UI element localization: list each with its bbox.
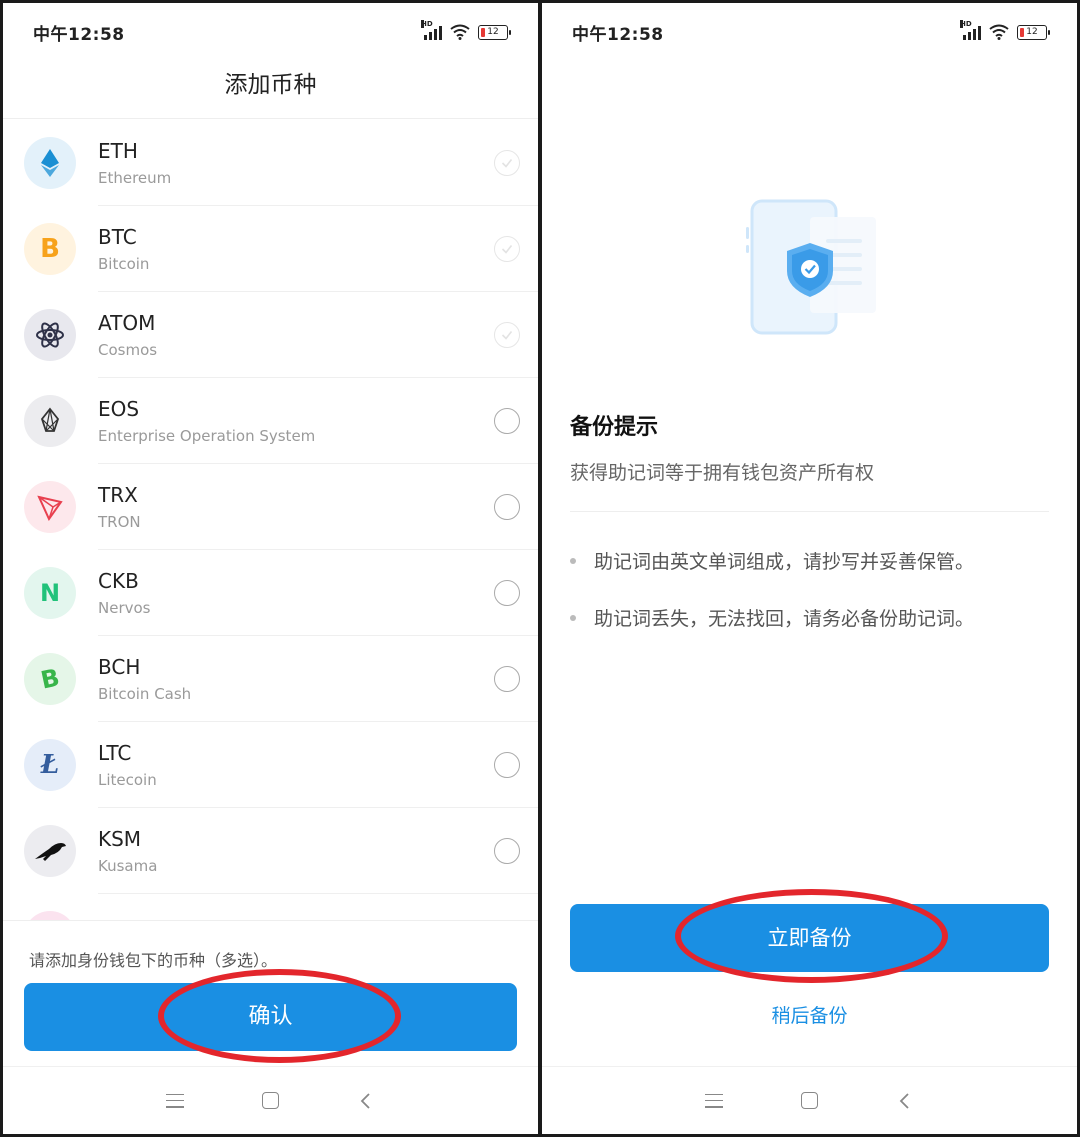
tron-icon — [24, 481, 76, 533]
kusama-icon — [24, 825, 76, 877]
tip-item: 助记词丢失，无法找回，请务必备份助记词。 — [570, 604, 974, 631]
confirm-button[interactable]: 确认 — [24, 983, 517, 1051]
page-title: 添加币种 — [3, 61, 538, 119]
wifi-icon — [450, 24, 470, 40]
unchecked-circle-icon[interactable] — [494, 494, 520, 520]
back-icon[interactable] — [896, 1092, 914, 1110]
coin-symbol: KSM — [98, 826, 142, 851]
backup-subtitle: 获得助记词等于拥有钱包资产所有权 — [570, 462, 875, 484]
coin-row-btc[interactable]: B BTC Bitcoin — [3, 206, 538, 292]
status-time: 中午12:58 — [572, 24, 664, 45]
polkadot-icon: ● — [24, 911, 76, 920]
coin-symbol: LTC — [98, 740, 132, 765]
coin-symbol: ATOM — [98, 310, 156, 335]
status-bar: 中午12:58 HD 12 — [542, 3, 1077, 61]
coin-name: TRON — [98, 512, 141, 531]
status-time: 中午12:58 — [33, 24, 125, 45]
coin-row-bch[interactable]: B BCH Bitcoin Cash — [3, 636, 538, 722]
litecoin-icon: Ł — [24, 739, 76, 791]
coin-row-ltc[interactable]: Ł LTC Litecoin — [3, 722, 538, 808]
coin-symbol: EOS — [98, 396, 140, 421]
coin-name: Bitcoin Cash — [98, 684, 192, 703]
bullet-icon — [570, 614, 576, 621]
bottom-panel: 请添加身份钱包下的币种（多选）。 确认 — [3, 920, 538, 1065]
ethereum-icon — [24, 137, 76, 189]
coin-row-eos[interactable]: EOS Enterprise Operation System — [3, 378, 538, 464]
checked-circle-icon[interactable] — [494, 150, 520, 176]
system-nav-bar — [3, 1066, 538, 1134]
checked-circle-icon[interactable] — [494, 236, 520, 262]
divider — [570, 511, 1049, 512]
system-nav-bar — [542, 1066, 1077, 1134]
coin-symbol: TRX — [98, 482, 138, 507]
backup-later-link[interactable]: 稍后备份 — [542, 1001, 1077, 1028]
backup-title: 备份提示 — [570, 415, 659, 440]
unchecked-circle-icon[interactable] — [494, 838, 520, 864]
home-icon[interactable] — [801, 1092, 818, 1109]
status-bar: 中午12:58 HD 12 — [3, 3, 538, 61]
coin-symbol: BTC — [98, 224, 137, 249]
signal-icon: HD — [421, 20, 442, 40]
bitcoin-icon: B — [24, 223, 76, 275]
unchecked-circle-icon[interactable] — [494, 408, 520, 434]
home-icon[interactable] — [262, 1092, 279, 1109]
checked-circle-icon[interactable] — [494, 322, 520, 348]
tip-item: 助记词由英文单词组成，请抄写并妥善保管。 — [570, 547, 974, 574]
back-icon[interactable] — [357, 1092, 375, 1110]
coin-list[interactable]: ETH Ethereum B BTC Bitcoin ATOM Cosmos EOS Enter… — [3, 120, 538, 920]
unchecked-circle-icon[interactable] — [494, 666, 520, 692]
backup-now-button[interactable]: 立即备份 — [570, 904, 1049, 972]
coin-name: Bitcoin — [98, 254, 150, 273]
menu-icon[interactable] — [166, 1093, 184, 1108]
shield-phone-illustration — [746, 199, 876, 335]
nervos-icon: N — [24, 567, 76, 619]
signal-icon: HD — [960, 20, 981, 40]
backup-prompt-screen: 中午12:58 HD 12 备份提示 获得助记词等于拥有钱包资产所有权 助记词由… — [542, 3, 1077, 1134]
battery-icon: 12 — [478, 24, 511, 40]
bitcoin-cash-icon: B — [24, 653, 76, 705]
coin-name: Litecoin — [98, 770, 157, 789]
coin-row-ksm[interactable]: KSM Kusama — [3, 808, 538, 894]
coin-row-trx[interactable]: TRX TRON — [3, 464, 538, 550]
coin-row-eth[interactable]: ETH Ethereum — [3, 120, 538, 206]
bullet-icon — [570, 557, 576, 564]
eos-icon — [24, 395, 76, 447]
add-coin-screen: 中午12:58 HD 12 添加币种 ETH Ethereum B BTC Bitcoi… — [3, 3, 538, 1134]
wifi-icon — [989, 24, 1009, 40]
coin-symbol: BCH — [98, 654, 141, 679]
unchecked-circle-icon[interactable] — [494, 752, 520, 778]
coin-symbol: ETH — [98, 138, 138, 163]
coin-row-ckb[interactable]: N CKB Nervos — [3, 550, 538, 636]
coin-name: Nervos — [98, 598, 151, 617]
coin-row-atom[interactable]: ATOM Cosmos — [3, 292, 538, 378]
coin-name: Kusama — [98, 856, 158, 875]
multi-select-hint: 请添加身份钱包下的币种（多选）。 — [29, 951, 278, 970]
cosmos-icon — [24, 309, 76, 361]
coin-name: Ethereum — [98, 168, 172, 187]
battery-icon: 12 — [1017, 24, 1050, 40]
coin-symbol: CKB — [98, 568, 139, 593]
coin-name: Cosmos — [98, 340, 158, 359]
unchecked-circle-icon[interactable] — [494, 580, 520, 606]
menu-icon[interactable] — [705, 1093, 723, 1108]
coin-row-dot[interactable]: ●DOT — [3, 894, 538, 920]
coin-name: Enterprise Operation System — [98, 426, 316, 445]
